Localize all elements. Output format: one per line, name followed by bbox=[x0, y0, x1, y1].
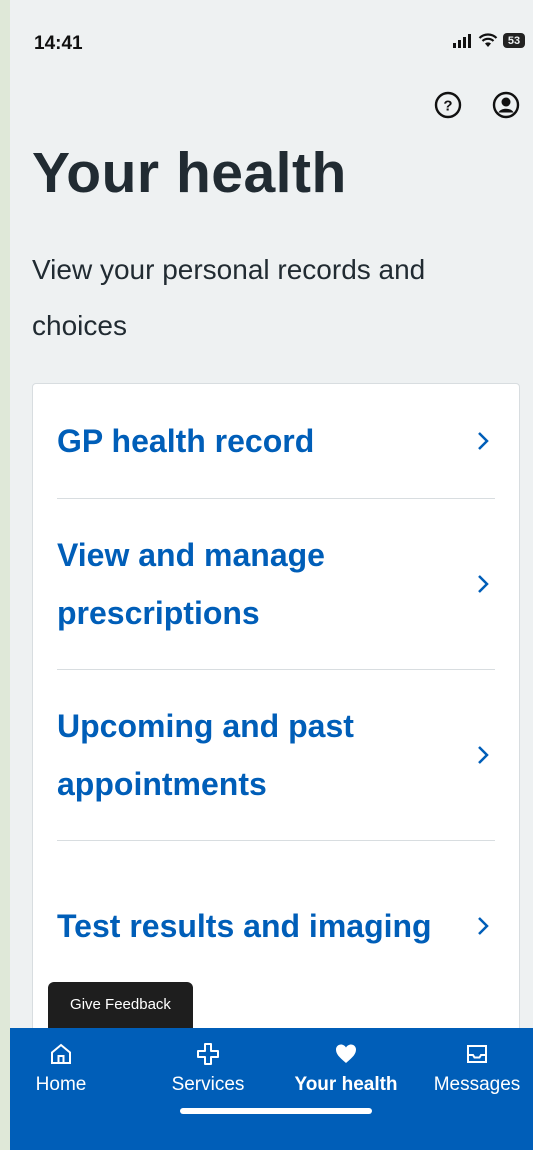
phone-screen: 14:41 53 ? Your health View your persona… bbox=[10, 0, 533, 1150]
menu-item-label: GP health record bbox=[57, 423, 315, 459]
menu-item-label: Upcoming and past appointments bbox=[57, 708, 354, 802]
status-icons: 53 bbox=[453, 33, 525, 48]
home-indicator[interactable] bbox=[180, 1108, 372, 1114]
tab-your-health[interactable]: Your health bbox=[278, 1028, 414, 1108]
bottom-tab-bar: Home Services Your health Messages bbox=[10, 1028, 533, 1150]
signal-icon bbox=[453, 33, 471, 48]
status-bar: 14:41 53 bbox=[10, 0, 533, 80]
status-time: 14:41 bbox=[34, 33, 83, 54]
give-feedback-button[interactable]: Give Feedback bbox=[48, 982, 193, 1028]
chevron-right-icon bbox=[478, 575, 489, 593]
help-circle-icon[interactable]: ? bbox=[433, 90, 463, 120]
svg-text:?: ? bbox=[443, 98, 452, 115]
tab-messages[interactable]: Messages bbox=[424, 1028, 530, 1108]
menu-item-label: View and manage prescriptions bbox=[57, 537, 325, 631]
page-title: Your health bbox=[32, 141, 347, 205]
battery-icon: 53 bbox=[503, 33, 525, 48]
tab-label: Home bbox=[35, 1074, 87, 1095]
chevron-right-icon bbox=[478, 746, 489, 764]
chevron-right-icon bbox=[478, 432, 489, 450]
account-circle-icon[interactable] bbox=[491, 90, 521, 120]
menu-item-prescriptions[interactable]: View and manage prescriptions bbox=[57, 499, 495, 670]
cross-icon bbox=[197, 1043, 219, 1065]
page-subtitle: View your personal records and choices bbox=[32, 254, 426, 341]
tab-services[interactable]: Services bbox=[158, 1028, 258, 1108]
tab-label: Your health bbox=[294, 1074, 398, 1095]
menu-item-gp-health-record[interactable]: GP health record bbox=[57, 384, 495, 499]
tab-label: Messages bbox=[433, 1074, 521, 1095]
menu-item-appointments[interactable]: Upcoming and past appointments bbox=[57, 670, 495, 841]
tab-label: Services bbox=[171, 1074, 245, 1095]
inbox-icon bbox=[467, 1045, 487, 1063]
wifi-icon bbox=[478, 33, 498, 47]
home-icon bbox=[51, 1043, 71, 1064]
tab-home[interactable]: Home bbox=[24, 1028, 98, 1108]
chevron-right-icon bbox=[478, 917, 489, 935]
header-actions: ? bbox=[433, 90, 521, 120]
health-menu-card: GP health record View and manage prescri… bbox=[32, 383, 520, 1045]
menu-item-label: Test results and imaging bbox=[57, 908, 432, 944]
heart-icon bbox=[336, 1044, 356, 1063]
